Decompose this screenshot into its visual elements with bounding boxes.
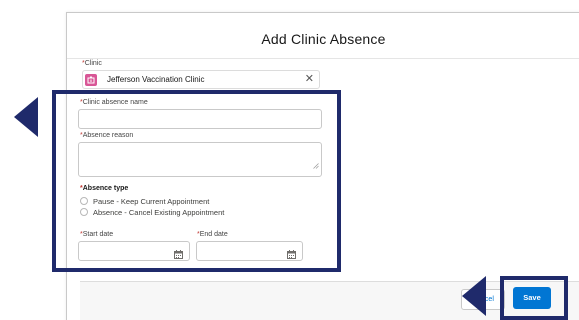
- form-highlight-box: [52, 90, 341, 272]
- clinic-label: *Clinic: [82, 60, 102, 67]
- left-arrow-icon: [462, 276, 486, 316]
- clinic-icon: [85, 74, 97, 86]
- close-icon[interactable]: ✕: [305, 73, 314, 85]
- left-arrow-icon: [14, 97, 38, 137]
- screenshot-canvas: Add Clinic Absence *Clinic Jefferson Vac…: [0, 0, 579, 320]
- clinic-lookup-pill[interactable]: Jefferson Vaccination Clinic ✕: [82, 70, 320, 89]
- save-highlight-box: [500, 276, 568, 320]
- clinic-value: Jefferson Vaccination Clinic: [107, 75, 205, 84]
- modal-title: Add Clinic Absence: [261, 31, 386, 47]
- header-divider: [67, 58, 579, 59]
